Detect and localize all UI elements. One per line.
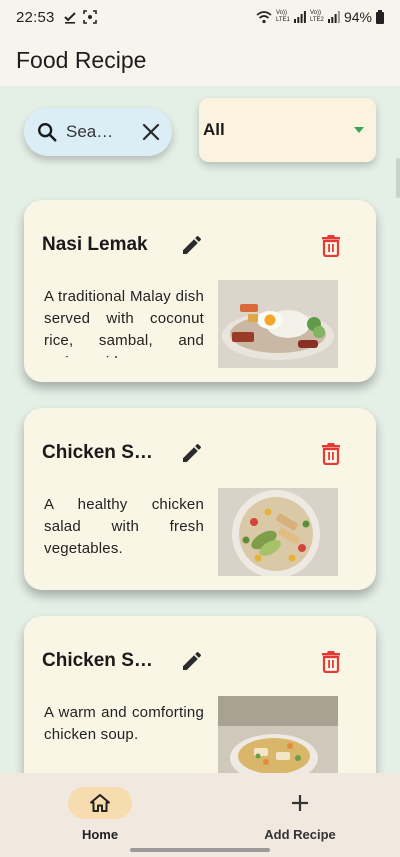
edit-icon xyxy=(183,651,202,670)
delete-recipe-button[interactable] xyxy=(320,649,342,678)
nav-add-indicator xyxy=(268,787,332,819)
status-time: 22:53 xyxy=(16,8,55,26)
edit-icon xyxy=(183,235,202,254)
delete-recipe-button[interactable] xyxy=(320,233,342,262)
search-input[interactable]: Sea… xyxy=(24,108,172,156)
nav-add-recipe[interactable]: Add Recipe xyxy=(258,787,342,842)
gesture-bar[interactable] xyxy=(130,848,270,852)
wifi-icon xyxy=(256,11,272,24)
nav-home-label: Home xyxy=(81,827,119,842)
signal-icon xyxy=(293,11,306,23)
delete-icon xyxy=(322,443,340,466)
network-label-1: Vo)) LTE1 xyxy=(275,10,290,23)
battery-percent: 94% xyxy=(343,9,372,25)
delete-recipe-button[interactable] xyxy=(320,441,342,470)
nav-home[interactable]: Home xyxy=(68,787,132,842)
add-icon xyxy=(292,795,308,811)
recipe-card[interactable]: Chicken Sa... A healthy chicken salad wi… xyxy=(24,408,376,590)
filter-selected-value: All xyxy=(203,120,225,139)
status-right: Vo)) LTE1 Vo)) LTE2 94% xyxy=(256,9,384,25)
status-bar: 22:53 Vo)) LTE1 Vo)) LTE2 94% xyxy=(0,0,400,34)
recipe-image-chicken-soup xyxy=(218,696,338,773)
signal-icon-2 xyxy=(327,11,340,23)
search-value: Sea… xyxy=(66,122,112,141)
delete-icon xyxy=(322,235,340,258)
recipe-list-screen: Sea… All Nasi Lemak A traditional Malay … xyxy=(0,86,400,773)
download-done-icon xyxy=(63,12,76,24)
recipe-description: A traditional Malay dish served with coc… xyxy=(44,288,204,358)
edit-recipe-button[interactable] xyxy=(180,233,204,262)
nav-add-label: Add Recipe xyxy=(264,827,336,842)
clear-search-button[interactable] xyxy=(142,123,160,141)
recipe-image-nasi-lemak xyxy=(218,280,338,368)
recipe-title: Chicken Sa... xyxy=(42,442,160,463)
recipe-card[interactable]: Nasi Lemak A traditional Malay dish serv… xyxy=(24,200,376,382)
scrollbar[interactable] xyxy=(396,158,400,198)
recipe-description: A healthy chicken salad with fresh veget… xyxy=(44,496,204,557)
edit-recipe-button[interactable] xyxy=(180,441,204,470)
nav-home-indicator xyxy=(68,787,132,819)
recipe-description: A warm and comforting chicken soup. xyxy=(44,704,204,743)
search-icon xyxy=(38,123,57,142)
page-title: Food Recipe xyxy=(16,46,147,73)
bottom-navigation: Home Add Recipe xyxy=(0,773,400,857)
recipe-title: Chicken So... xyxy=(42,650,160,671)
app-bar: Food Recipe xyxy=(0,34,400,86)
dropdown-arrow-icon xyxy=(354,127,364,133)
recipe-image-chicken-salad xyxy=(218,488,338,576)
battery-icon xyxy=(376,10,384,24)
delete-icon xyxy=(322,651,340,674)
screenshot-icon xyxy=(82,10,97,24)
recipe-card[interactable]: Chicken So... A warm and comforting chic… xyxy=(24,616,376,773)
category-filter-dropdown[interactable]: All xyxy=(199,98,376,162)
notification-icons xyxy=(63,10,97,24)
network-label-2: Vo)) LTE2 xyxy=(309,10,324,23)
edit-recipe-button[interactable] xyxy=(180,649,204,678)
edit-icon xyxy=(183,443,202,462)
recipe-title: Nasi Lemak xyxy=(42,234,148,255)
home-icon xyxy=(90,794,110,812)
clear-icon xyxy=(142,123,160,141)
